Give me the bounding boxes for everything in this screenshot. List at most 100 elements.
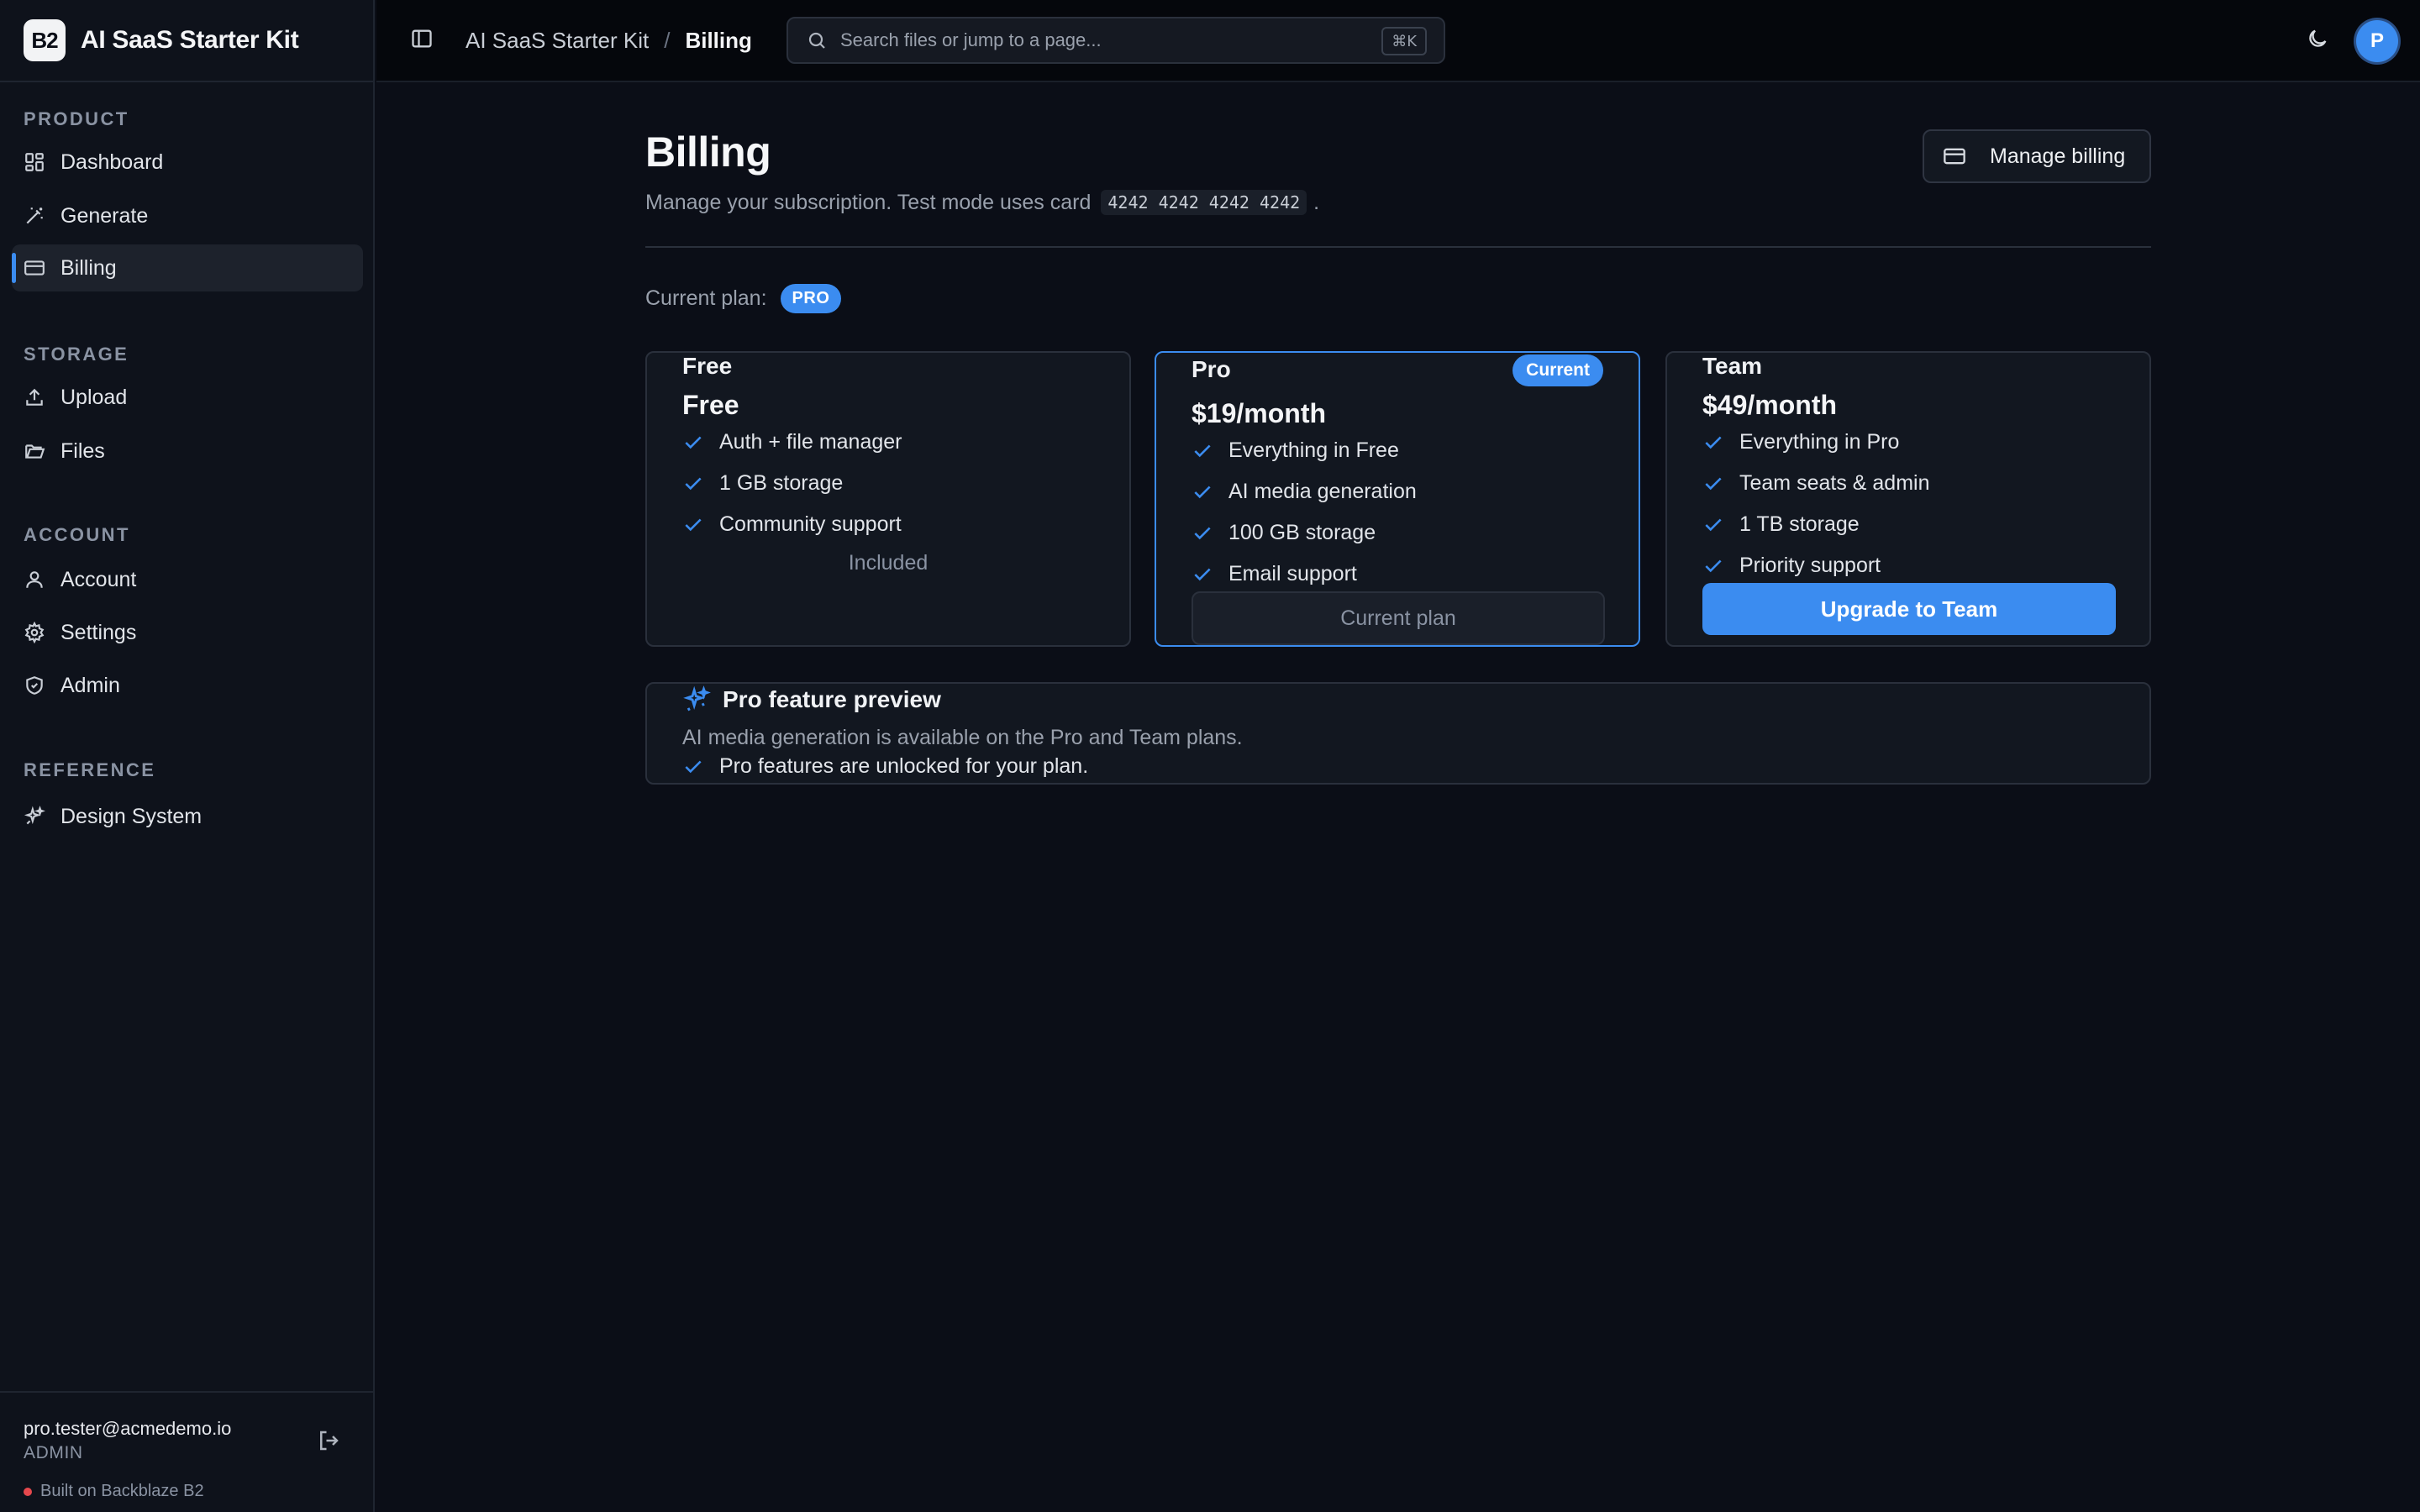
check-icon xyxy=(1194,527,1211,539)
sidebar-item-generate[interactable]: Generate xyxy=(12,192,363,239)
feature-list: Everything in Free AI media generation 1… xyxy=(1192,430,1417,595)
test-card-number: 4242 4242 4242 4242 xyxy=(1101,190,1307,215)
nav-section-label: REFERENCE xyxy=(24,759,156,780)
sidebar-item-label: Design System xyxy=(60,804,203,828)
plan-name: Free xyxy=(682,353,733,379)
plan-card-pro: Pro Current $19/month Everything in Free… xyxy=(1155,351,1640,647)
feature-list: Auth + file manager 1 GB storage Communi… xyxy=(682,422,902,545)
list-item: Community support xyxy=(682,504,902,545)
upgrade-to-team-button[interactable]: Upgrade to Team xyxy=(1702,583,2116,635)
search-bar[interactable]: ⌘K xyxy=(786,17,1445,64)
list-item: 1 GB storage xyxy=(682,463,902,504)
page-subtitle: Manage your subscription. Test mode uses… xyxy=(645,190,1319,215)
logout-button[interactable] xyxy=(316,1428,345,1457)
brand-logo: B2 xyxy=(24,19,66,61)
feature-text: 100 GB storage xyxy=(1228,521,1376,544)
nav-section-product: PRODUCT Dashboard Generate Billing xyxy=(0,107,375,291)
breadcrumb-root[interactable]: AI SaaS Starter Kit xyxy=(466,28,649,54)
current-plan: Current plan: PRO xyxy=(645,284,842,313)
upload-icon xyxy=(26,388,43,406)
feature-text: AI media generation xyxy=(1228,480,1417,503)
sidebar: B2 AI SaaS Starter Kit PRODUCT Dashboard… xyxy=(0,0,375,1512)
check-icon xyxy=(685,477,702,490)
nav-section-reference: REFERENCE Design System xyxy=(0,758,375,840)
feature-text: 1 GB storage xyxy=(719,471,844,495)
shield-icon xyxy=(26,676,43,695)
preview-status-text: Pro features are unlocked for your plan. xyxy=(719,754,1089,778)
moon-icon xyxy=(2309,29,2327,47)
subtitle-text: Manage your subscription. Test mode uses… xyxy=(645,190,1092,214)
brand[interactable]: B2 AI SaaS Starter Kit xyxy=(0,0,373,82)
theme-toggle-button[interactable] xyxy=(2306,27,2333,54)
credit-card-icon xyxy=(24,260,45,276)
folder-icon xyxy=(25,444,45,459)
list-item: 100 GB storage xyxy=(1192,512,1417,554)
subtitle-end: . xyxy=(1313,190,1320,214)
sidebar-item-account[interactable]: Account xyxy=(12,556,363,603)
sidebar-item-label: Files xyxy=(60,438,105,463)
list-item: AI media generation xyxy=(1192,471,1417,512)
breadcrumb: AI SaaS Starter Kit / Billing xyxy=(466,0,752,81)
check-icon xyxy=(1194,444,1211,457)
plan-name: Pro xyxy=(1192,356,1231,382)
sidebar-item-files[interactable]: Files xyxy=(12,428,363,475)
sidebar-item-billing[interactable]: Billing xyxy=(12,244,363,291)
avatar[interactable]: P xyxy=(2356,20,2398,62)
pro-feature-preview: Pro feature preview AI media generation … xyxy=(645,682,2151,785)
check-icon xyxy=(1705,436,1722,449)
feature-text: Email support xyxy=(1228,562,1357,585)
preview-status: Pro features are unlocked for your plan. xyxy=(682,754,1088,779)
breadcrumb-current: Billing xyxy=(685,27,752,53)
feature-text: Everything in Pro xyxy=(1739,430,1900,454)
sidebar-item-design-system[interactable]: Design System xyxy=(12,793,363,840)
plan-name: Team xyxy=(1702,353,1763,379)
list-item: Auth + file manager xyxy=(682,422,902,463)
sidebar-item-label: Upload xyxy=(60,385,128,409)
plan-price: $19/month xyxy=(1192,398,1327,428)
preview-header: Pro feature preview xyxy=(682,684,941,716)
list-item: Email support xyxy=(1192,554,1417,595)
plan-card-team: Team $49/month Everything in Pro Team se… xyxy=(1665,351,2151,647)
search-icon xyxy=(808,32,825,49)
user-role: ADMIN xyxy=(24,1443,83,1462)
sidebar-toggle-button[interactable] xyxy=(410,27,437,54)
feature-text: Team seats & admin xyxy=(1739,471,1930,495)
plan-card-free: Free Free Auth + file manager 1 GB stora… xyxy=(645,351,1131,647)
divider xyxy=(645,246,2151,248)
gear-icon xyxy=(24,622,45,643)
feature-text: Everything in Free xyxy=(1228,438,1399,462)
brand-name: AI SaaS Starter Kit xyxy=(81,26,299,54)
nav-section-label: STORAGE xyxy=(24,344,129,365)
plan-price: $49/month xyxy=(1702,390,1838,420)
sidebar-item-label: Account xyxy=(60,567,137,591)
sidebar-item-label: Billing xyxy=(60,255,117,280)
plan-price: Free xyxy=(682,390,739,420)
check-icon xyxy=(685,518,702,531)
sidebar-item-admin[interactable]: Admin xyxy=(12,662,363,709)
nav-section-account: ACCOUNT Account Settings Admin xyxy=(0,522,375,709)
check-icon xyxy=(1194,568,1211,580)
current-plan-label: Current plan: xyxy=(645,286,767,310)
preview-title: Pro feature preview xyxy=(723,686,941,712)
sidebar-item-upload[interactable]: Upload xyxy=(12,374,363,421)
search-input[interactable] xyxy=(840,29,1378,51)
current-plan-button[interactable]: Current plan xyxy=(1192,591,1605,645)
check-icon xyxy=(1705,518,1722,531)
check-icon xyxy=(685,760,702,773)
sidebar-item-label: Settings xyxy=(60,620,137,644)
topbar: AI SaaS Starter Kit / Billing ⌘K P xyxy=(376,0,2420,82)
sidebar-item-settings[interactable]: Settings xyxy=(12,609,363,656)
sidebar-toggle-icon xyxy=(412,29,432,48)
sidebar-item-label: Generate xyxy=(60,203,149,228)
current-plan-badge: PRO xyxy=(780,284,842,313)
preview-description: AI media generation is available on the … xyxy=(682,726,1243,749)
sidebar-item-dashboard[interactable]: Dashboard xyxy=(12,139,363,186)
dashboard-icon xyxy=(25,153,44,171)
manage-billing-button[interactable]: Manage billing xyxy=(1923,129,2151,183)
feature-text: Priority support xyxy=(1739,554,1881,577)
sidebar-footer: pro.tester@acmedemo.io ADMIN Built on Ba… xyxy=(0,1391,375,1512)
nav-section-label: PRODUCT xyxy=(24,108,129,129)
logout-icon xyxy=(320,1431,339,1451)
wand-icon xyxy=(26,207,43,224)
nav-section-label: ACCOUNT xyxy=(24,524,130,545)
